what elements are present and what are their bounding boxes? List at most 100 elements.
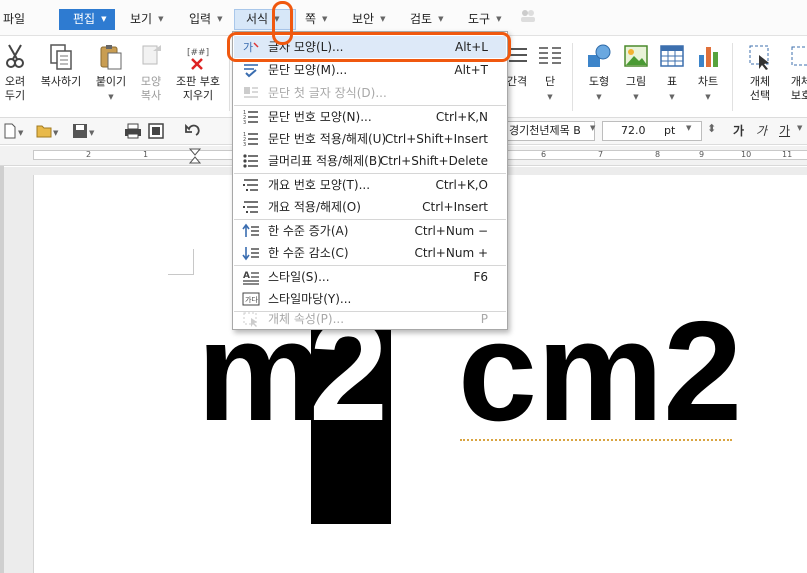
- protect-object-button[interactable]: 개체 보호: [786, 43, 807, 103]
- menu-item-para-number-shape[interactable]: 123 문단 번호 모양(N)... Ctrl+K,N: [234, 106, 506, 128]
- menu-item-label: 한 수준 감소(C): [268, 246, 349, 260]
- shape-button[interactable]: 도형 ▼: [584, 43, 614, 104]
- svg-text:가다: 가다: [245, 295, 258, 304]
- spinner-icon[interactable]: ⬍: [707, 122, 716, 138]
- chevron-down-icon: ▼: [669, 93, 675, 101]
- menu-edit[interactable]: 편집 ▼: [59, 9, 115, 30]
- cut-button[interactable]: 오려 두기: [0, 43, 30, 103]
- font-size-unit[interactable]: pt: [664, 121, 675, 141]
- menu-item-shortcut: Ctrl+K,N: [435, 110, 488, 124]
- ruler-tick: 9: [699, 150, 705, 159]
- left-scroll-edge: [0, 166, 4, 573]
- table-label: 표: [666, 75, 678, 88]
- menu-item-object-properties[interactable]: 개체 속성(P)... P: [234, 308, 506, 330]
- menu-item-outline-toggle[interactable]: 개요 적용/해제(O) Ctrl+Insert: [234, 196, 506, 218]
- chevron-down-icon[interactable]: ▼: [590, 124, 595, 140]
- ruler-tick: 10: [741, 150, 752, 159]
- menu-item-shortcut: Ctrl+Shift+Delete: [379, 154, 488, 168]
- erase-marks-button[interactable]: [##] 조판 부호 지우기: [172, 43, 224, 103]
- menu-security[interactable]: 보안 ▼: [352, 9, 385, 30]
- chevron-down-icon: ▼: [705, 93, 711, 101]
- chevron-down-icon: ▼: [380, 15, 386, 23]
- new-document-icon[interactable]: ▼: [3, 123, 25, 139]
- indent-marker-icon[interactable]: [189, 148, 201, 164]
- menu-view-label: 보기: [130, 12, 153, 26]
- menu-item-label: 문단 모양(M)...: [268, 63, 348, 77]
- format-copy-label-1: 모양: [140, 75, 162, 88]
- chevron-down-icon: ▼: [547, 93, 553, 101]
- format-copy-button[interactable]: 모양 복사: [136, 43, 166, 103]
- copy-button[interactable]: 복사하기: [36, 43, 86, 89]
- outline-list-icon: [243, 201, 258, 213]
- chevron-down-icon[interactable]: ▼: [686, 124, 691, 140]
- chevron-down-icon: ▼: [108, 93, 114, 101]
- menu-item-shortcut: Ctrl+Num +: [414, 246, 488, 260]
- menu-item-shortcut: Alt+T: [454, 63, 488, 77]
- open-folder-icon[interactable]: ▼: [36, 123, 60, 139]
- numbered-list-icon: 123: [243, 132, 258, 147]
- menu-review[interactable]: 검토 ▼: [410, 9, 443, 30]
- menu-item-style[interactable]: A 스타일(S)... F6: [234, 266, 506, 288]
- underline-button[interactable]: 가: [779, 122, 790, 139]
- menu-insert-label: 입력: [189, 12, 212, 26]
- svg-text:[##]: [##]: [187, 48, 209, 58]
- menu-insert[interactable]: 입력 ▼: [189, 9, 222, 30]
- cut-label-1: 오려: [4, 75, 26, 88]
- paste-button[interactable]: 붙이기 ▼: [92, 43, 130, 104]
- chevron-down-icon: ▼: [217, 15, 223, 23]
- column-button[interactable]: 단 ▼: [536, 43, 564, 104]
- menu-item-label: 문단 번호 모양(N)...: [268, 110, 372, 124]
- bold-button[interactable]: 가: [733, 122, 744, 139]
- chart-button[interactable]: 차트 ▼: [692, 43, 724, 104]
- columns-icon: [539, 47, 561, 64]
- font-name-select[interactable]: 경기천년제목 B: [506, 121, 595, 141]
- svg-text:▼: ▼: [89, 129, 95, 137]
- menu-item-drop-cap[interactable]: 문단 첫 글자 장식(D)...: [234, 82, 506, 104]
- table-icon: [660, 45, 684, 67]
- chevron-down-icon: ▼: [633, 93, 639, 101]
- chevron-down-icon: ▼: [158, 15, 164, 23]
- menu-item-shortcut: Ctrl+Insert: [422, 200, 488, 214]
- ribbon-divider: [572, 43, 573, 111]
- picture-button[interactable]: 그림 ▼: [621, 43, 651, 104]
- cut-label-2: 두기: [4, 89, 26, 102]
- picture-icon: [624, 45, 648, 67]
- table-button[interactable]: 표 ▼: [658, 43, 686, 104]
- select-object-button[interactable]: 개체 선택: [744, 43, 776, 103]
- menu-item-para-number-toggle[interactable]: 123 문단 번호 적용/해제(U) Ctrl+Shift+Insert: [234, 128, 506, 150]
- paste-icon: [100, 45, 122, 70]
- save-icon[interactable]: ▼: [72, 123, 96, 139]
- italic-button[interactable]: 가: [756, 122, 767, 139]
- chevron-down-icon[interactable]: ▼: [797, 124, 802, 140]
- menu-item-bullet-toggle[interactable]: 글머리표 적용/해제(B) Ctrl+Shift+Delete: [234, 150, 506, 172]
- erase-label-1: 조판 부호: [176, 75, 220, 88]
- menu-item-shortcut: Ctrl+K,O: [435, 178, 488, 192]
- menu-item-level-decrease[interactable]: 한 수준 감소(C) Ctrl+Num +: [234, 242, 506, 264]
- menu-item-style-gallery[interactable]: 가다 스타일마당(Y)...: [234, 288, 506, 310]
- copy-icon: [50, 44, 72, 70]
- print-icon[interactable]: [124, 123, 142, 139]
- spellcheck-underline: [460, 437, 732, 441]
- svg-text:▼: ▼: [18, 129, 24, 137]
- menu-item-label: 스타일(S)...: [268, 270, 330, 284]
- menu-page[interactable]: 쪽 ▼: [305, 9, 327, 30]
- erase-label-2: 지우기: [182, 89, 214, 102]
- menu-item-label: 글머리표 적용/해제(B): [268, 154, 382, 168]
- menu-item-outline-shape[interactable]: 개요 번호 모양(T)... Ctrl+K,O: [234, 174, 506, 196]
- undo-icon[interactable]: [184, 123, 206, 139]
- copy-label: 복사하기: [40, 75, 82, 88]
- user-icon[interactable]: [520, 9, 536, 30]
- style-gallery-icon: 가다: [242, 292, 260, 306]
- ruler-tick: 7: [598, 150, 604, 159]
- menu-item-para-shape[interactable]: 문단 모양(M)... Alt+T: [234, 59, 506, 81]
- ruler-tick: 8: [655, 150, 661, 159]
- menu-tools[interactable]: 도구 ▼: [468, 9, 501, 30]
- menu-file[interactable]: 파일: [3, 9, 25, 30]
- menu-view[interactable]: 보기 ▼: [130, 9, 163, 30]
- preview-icon[interactable]: [148, 123, 164, 139]
- para-shape-icon: [244, 64, 258, 78]
- ribbon-divider: [732, 43, 733, 111]
- shape-label: 도형: [588, 75, 610, 88]
- menu-item-label: 개체 속성(P)...: [268, 312, 345, 326]
- menu-item-level-increase[interactable]: 한 수준 증가(A) Ctrl+Num −: [234, 220, 506, 242]
